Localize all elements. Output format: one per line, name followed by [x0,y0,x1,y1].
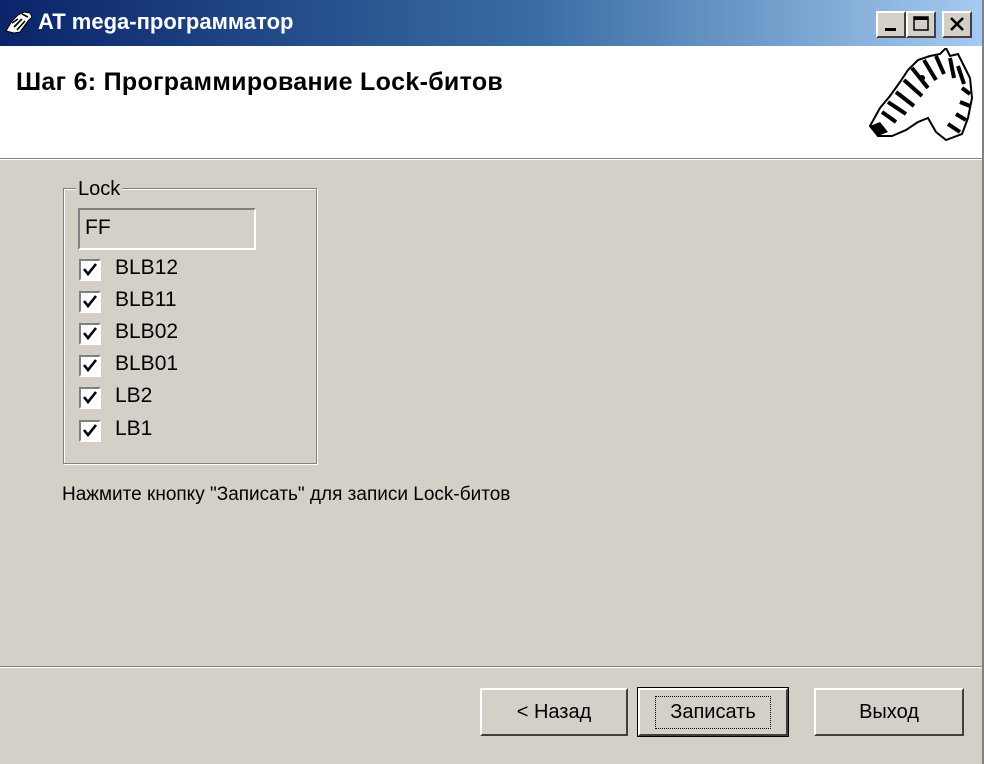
footer-separator [0,666,982,668]
header-separator [0,158,982,160]
title-bar[interactable]: AT mega-программатор [0,0,982,46]
checkbox-label: LB2 [115,384,153,407]
instruction-text: Нажмите кнопку "Записать" для записи Loc… [62,484,511,505]
checkbox-label: BLB02 [115,320,179,343]
back-button-label: < Назад [516,700,592,723]
checkbox-box[interactable] [79,291,101,313]
checkbox-box[interactable] [79,323,101,345]
wizard-header: Шаг 6: Программирование Lock-битов [0,46,982,158]
checkmark-icon [82,295,98,309]
lock-value-field: FF [78,208,256,250]
write-button[interactable]: Записать [637,687,789,737]
write-button-label: Записать [655,695,771,729]
minimize-button[interactable] [876,11,906,38]
checkbox-label: BLB01 [115,352,179,375]
window-title: AT mega-программатор [38,9,294,34]
checkbox-box[interactable] [79,259,101,281]
checkbox-label: BLB11 [115,288,177,311]
wizard-window: AT mega-программатор Шаг 6: Программиров… [0,0,984,764]
back-button[interactable]: < Назад [480,688,628,736]
checkmark-icon [82,424,98,438]
minimize-icon [885,28,896,31]
close-button[interactable] [942,11,972,38]
zebra-logo-icon [868,48,974,142]
checkbox-box[interactable] [79,420,101,442]
checkmark-icon [82,359,98,373]
lock-group-legend: Lock [76,178,123,201]
exit-button[interactable]: Выход [814,688,964,736]
maximize-icon [913,16,929,31]
checkbox-label: BLB12 [115,256,179,279]
checkmark-icon [82,327,98,341]
checkbox-box[interactable] [79,387,101,409]
close-icon [950,17,964,31]
maximize-button[interactable] [906,11,936,38]
checkmark-icon [82,391,98,405]
exit-button-label: Выход [859,700,919,723]
checkbox-box[interactable] [79,355,101,377]
checkbox-label: LB1 [115,417,153,440]
step-title: Шаг 6: Программирование Lock-битов [16,68,504,96]
zebra-app-icon [5,11,33,34]
checkmark-icon [82,263,98,277]
